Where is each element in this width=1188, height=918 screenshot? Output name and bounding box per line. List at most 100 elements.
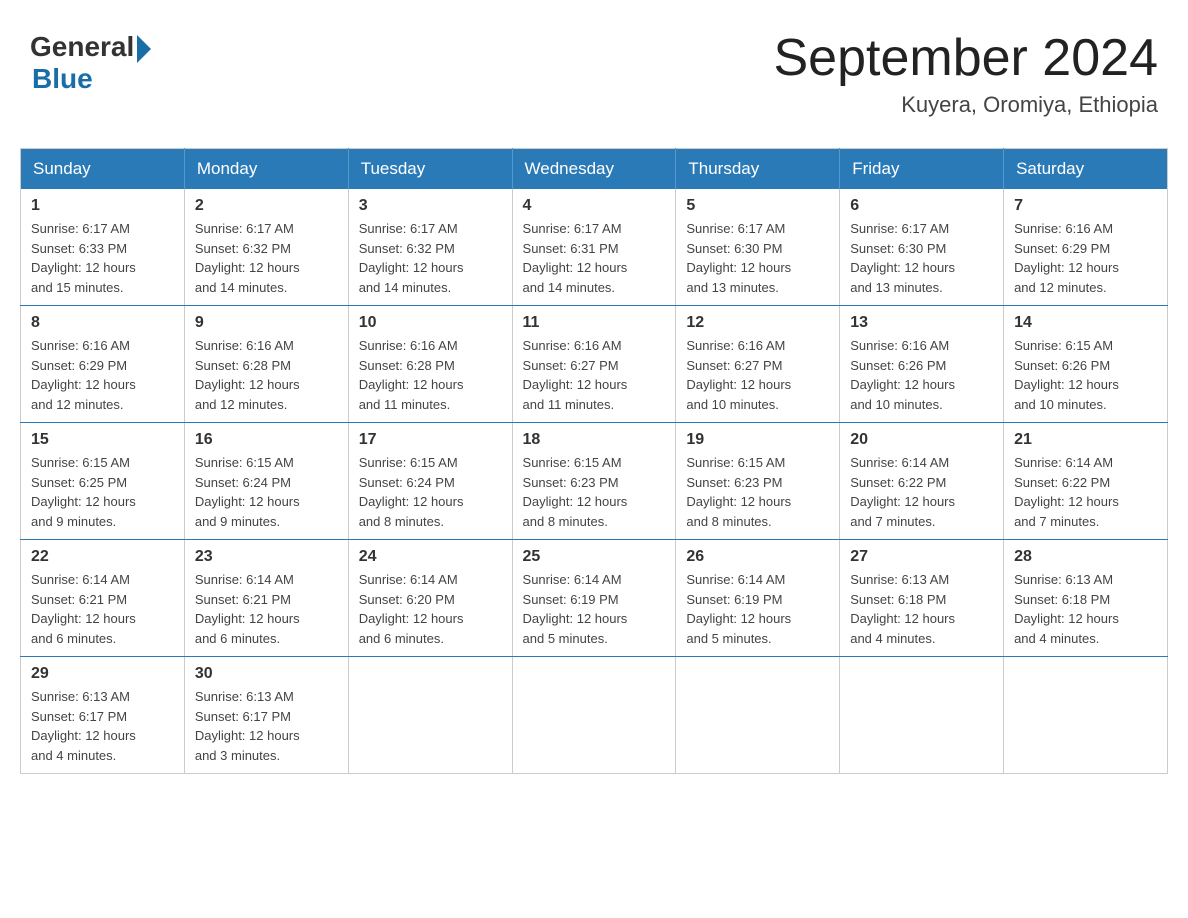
day-info: Sunrise: 6:17 AMSunset: 6:32 PMDaylight:… bbox=[359, 219, 502, 297]
calendar-day-cell: 5Sunrise: 6:17 AMSunset: 6:30 PMDaylight… bbox=[676, 189, 840, 306]
day-of-week-header: Friday bbox=[840, 149, 1004, 190]
day-number: 23 bbox=[195, 548, 338, 566]
calendar-day-cell: 6 Sunrise: 6:17 AMSunset: 6:30 PMDaylight… bbox=[840, 189, 1004, 306]
day-info: Sunrise: 6:16 AMSunset: 6:27 PMDaylight:… bbox=[523, 336, 666, 414]
calendar-day-cell: 9Sunrise: 6:16 AMSunset: 6:28 PMDaylight… bbox=[184, 306, 348, 423]
calendar-header-row: SundayMondayTuesdayWednesdayThursdayFrid… bbox=[21, 149, 1168, 190]
day-info: Sunrise: 6:17 AMSunset: 6:30 PMDaylight:… bbox=[850, 219, 993, 297]
calendar-day-cell: 7 Sunrise: 6:16 AMSunset: 6:29 PMDaylight… bbox=[1004, 189, 1168, 306]
day-number: 18 bbox=[523, 431, 666, 449]
day-number: 15 bbox=[31, 431, 174, 449]
day-number: 21 bbox=[1014, 431, 1157, 449]
calendar-day-cell: 4 Sunrise: 6:17 AMSunset: 6:31 PMDaylight… bbox=[512, 189, 676, 306]
calendar-day-cell: 17 Sunrise: 6:15 AMSunset: 6:24 PMDayligh… bbox=[348, 423, 512, 540]
day-number: 19 bbox=[686, 431, 829, 449]
day-number: 22 bbox=[31, 548, 174, 566]
day-number: 24 bbox=[359, 548, 502, 566]
calendar-day-cell: 21 Sunrise: 6:14 AMSunset: 6:22 PMDayligh… bbox=[1004, 423, 1168, 540]
logo-blue-text: Blue bbox=[32, 63, 93, 95]
day-info: Sunrise: 6:13 AMSunset: 6:18 PMDaylight:… bbox=[850, 570, 993, 648]
calendar-day-cell: 2 Sunrise: 6:17 AMSunset: 6:32 PMDaylight… bbox=[184, 189, 348, 306]
day-info: Sunrise: 6:17 AMSunset: 6:31 PMDaylight:… bbox=[523, 219, 666, 297]
day-number: 12 bbox=[686, 314, 829, 332]
day-number: 14 bbox=[1014, 314, 1157, 332]
day-info: Sunrise: 6:17 AMSunset: 6:33 PMDaylight:… bbox=[31, 219, 174, 297]
day-of-week-header: Thursday bbox=[676, 149, 840, 190]
day-info: Sunrise: 6:16 AMSunset: 6:27 PMDaylight:… bbox=[686, 336, 829, 414]
day-info: Sunrise: 6:15 AMSunset: 6:25 PMDaylight:… bbox=[31, 453, 174, 531]
day-number: 8 bbox=[31, 314, 174, 332]
calendar-day-cell: 8 Sunrise: 6:16 AMSunset: 6:29 PMDaylight… bbox=[21, 306, 185, 423]
day-info: Sunrise: 6:16 AMSunset: 6:28 PMDaylight:… bbox=[195, 336, 338, 414]
calendar-day-cell bbox=[840, 657, 1004, 774]
calendar-title: September 2024 bbox=[774, 30, 1159, 87]
day-number: 29 bbox=[31, 665, 174, 683]
day-info: Sunrise: 6:14 AMSunset: 6:19 PMDaylight:… bbox=[686, 570, 829, 648]
calendar-day-cell bbox=[512, 657, 676, 774]
day-info: Sunrise: 6:15 AMSunset: 6:23 PMDaylight:… bbox=[523, 453, 666, 531]
day-info: Sunrise: 6:16 AMSunset: 6:26 PMDaylight:… bbox=[850, 336, 993, 414]
calendar-day-cell: 28Sunrise: 6:13 AMSunset: 6:18 PMDayligh… bbox=[1004, 540, 1168, 657]
day-number: 4 bbox=[523, 197, 666, 215]
day-of-week-header: Tuesday bbox=[348, 149, 512, 190]
calendar-day-cell bbox=[1004, 657, 1168, 774]
day-info: Sunrise: 6:14 AMSunset: 6:19 PMDaylight:… bbox=[523, 570, 666, 648]
day-of-week-header: Wednesday bbox=[512, 149, 676, 190]
calendar-day-cell: 10 Sunrise: 6:16 AMSunset: 6:28 PMDayligh… bbox=[348, 306, 512, 423]
day-number: 6 bbox=[850, 197, 993, 215]
calendar-day-cell bbox=[348, 657, 512, 774]
calendar-day-cell: 23 Sunrise: 6:14 AMSunset: 6:21 PMDayligh… bbox=[184, 540, 348, 657]
day-number: 10 bbox=[359, 314, 502, 332]
calendar-day-cell: 15 Sunrise: 6:15 AMSunset: 6:25 PMDayligh… bbox=[21, 423, 185, 540]
calendar-day-cell: 12 Sunrise: 6:16 AMSunset: 6:27 PMDayligh… bbox=[676, 306, 840, 423]
day-info: Sunrise: 6:14 AMSunset: 6:21 PMDaylight:… bbox=[31, 570, 174, 648]
day-number: 1 bbox=[31, 197, 174, 215]
day-info: Sunrise: 6:15 AMSunset: 6:24 PMDaylight:… bbox=[195, 453, 338, 531]
day-info: Sunrise: 6:13 AMSunset: 6:17 PMDaylight:… bbox=[31, 687, 174, 765]
day-info: Sunrise: 6:14 AMSunset: 6:20 PMDaylight:… bbox=[359, 570, 502, 648]
day-info: Sunrise: 6:16 AMSunset: 6:28 PMDaylight:… bbox=[359, 336, 502, 414]
calendar-table: SundayMondayTuesdayWednesdayThursdayFrid… bbox=[20, 148, 1168, 774]
page-header: General Blue September 2024 Kuyera, Orom… bbox=[20, 20, 1168, 128]
calendar-day-cell: 19 Sunrise: 6:15 AMSunset: 6:23 PMDayligh… bbox=[676, 423, 840, 540]
day-info: Sunrise: 6:16 AMSunset: 6:29 PMDaylight:… bbox=[31, 336, 174, 414]
day-of-week-header: Monday bbox=[184, 149, 348, 190]
calendar-day-cell: 14Sunrise: 6:15 AMSunset: 6:26 PMDayligh… bbox=[1004, 306, 1168, 423]
calendar-day-cell: 18 Sunrise: 6:15 AMSunset: 6:23 PMDayligh… bbox=[512, 423, 676, 540]
calendar-week-row: 1 Sunrise: 6:17 AMSunset: 6:33 PMDaylight… bbox=[21, 189, 1168, 306]
day-info: Sunrise: 6:15 AMSunset: 6:23 PMDaylight:… bbox=[686, 453, 829, 531]
day-info: Sunrise: 6:16 AMSunset: 6:29 PMDaylight:… bbox=[1014, 219, 1157, 297]
day-number: 7 bbox=[1014, 197, 1157, 215]
calendar-day-cell: 1 Sunrise: 6:17 AMSunset: 6:33 PMDaylight… bbox=[21, 189, 185, 306]
logo: General Blue bbox=[30, 30, 151, 95]
day-info: Sunrise: 6:14 AMSunset: 6:22 PMDaylight:… bbox=[1014, 453, 1157, 531]
calendar-day-cell: 13 Sunrise: 6:16 AMSunset: 6:26 PMDayligh… bbox=[840, 306, 1004, 423]
title-section: September 2024 Kuyera, Oromiya, Ethiopia bbox=[774, 30, 1159, 118]
calendar-day-cell: 26 Sunrise: 6:14 AMSunset: 6:19 PMDayligh… bbox=[676, 540, 840, 657]
day-info: Sunrise: 6:17 AMSunset: 6:30 PMDaylight:… bbox=[686, 219, 829, 297]
day-number: 30 bbox=[195, 665, 338, 683]
day-number: 13 bbox=[850, 314, 993, 332]
calendar-day-cell: 20 Sunrise: 6:14 AMSunset: 6:22 PMDayligh… bbox=[840, 423, 1004, 540]
day-number: 26 bbox=[686, 548, 829, 566]
calendar-day-cell: 24 Sunrise: 6:14 AMSunset: 6:20 PMDayligh… bbox=[348, 540, 512, 657]
calendar-day-cell: 22 Sunrise: 6:14 AMSunset: 6:21 PMDayligh… bbox=[21, 540, 185, 657]
day-number: 20 bbox=[850, 431, 993, 449]
day-number: 28 bbox=[1014, 548, 1157, 566]
calendar-day-cell: 25Sunrise: 6:14 AMSunset: 6:19 PMDayligh… bbox=[512, 540, 676, 657]
calendar-day-cell: 11Sunrise: 6:16 AMSunset: 6:27 PMDayligh… bbox=[512, 306, 676, 423]
logo-arrow-icon bbox=[137, 35, 151, 63]
calendar-day-cell: 27Sunrise: 6:13 AMSunset: 6:18 PMDayligh… bbox=[840, 540, 1004, 657]
day-number: 17 bbox=[359, 431, 502, 449]
day-info: Sunrise: 6:14 AMSunset: 6:22 PMDaylight:… bbox=[850, 453, 993, 531]
day-info: Sunrise: 6:15 AMSunset: 6:24 PMDaylight:… bbox=[359, 453, 502, 531]
calendar-day-cell bbox=[676, 657, 840, 774]
calendar-subtitle: Kuyera, Oromiya, Ethiopia bbox=[774, 92, 1159, 118]
day-number: 16 bbox=[195, 431, 338, 449]
day-info: Sunrise: 6:17 AMSunset: 6:32 PMDaylight:… bbox=[195, 219, 338, 297]
calendar-day-cell: 30Sunrise: 6:13 AMSunset: 6:17 PMDayligh… bbox=[184, 657, 348, 774]
day-number: 2 bbox=[195, 197, 338, 215]
day-of-week-header: Saturday bbox=[1004, 149, 1168, 190]
calendar-week-row: 8 Sunrise: 6:16 AMSunset: 6:29 PMDaylight… bbox=[21, 306, 1168, 423]
day-info: Sunrise: 6:14 AMSunset: 6:21 PMDaylight:… bbox=[195, 570, 338, 648]
